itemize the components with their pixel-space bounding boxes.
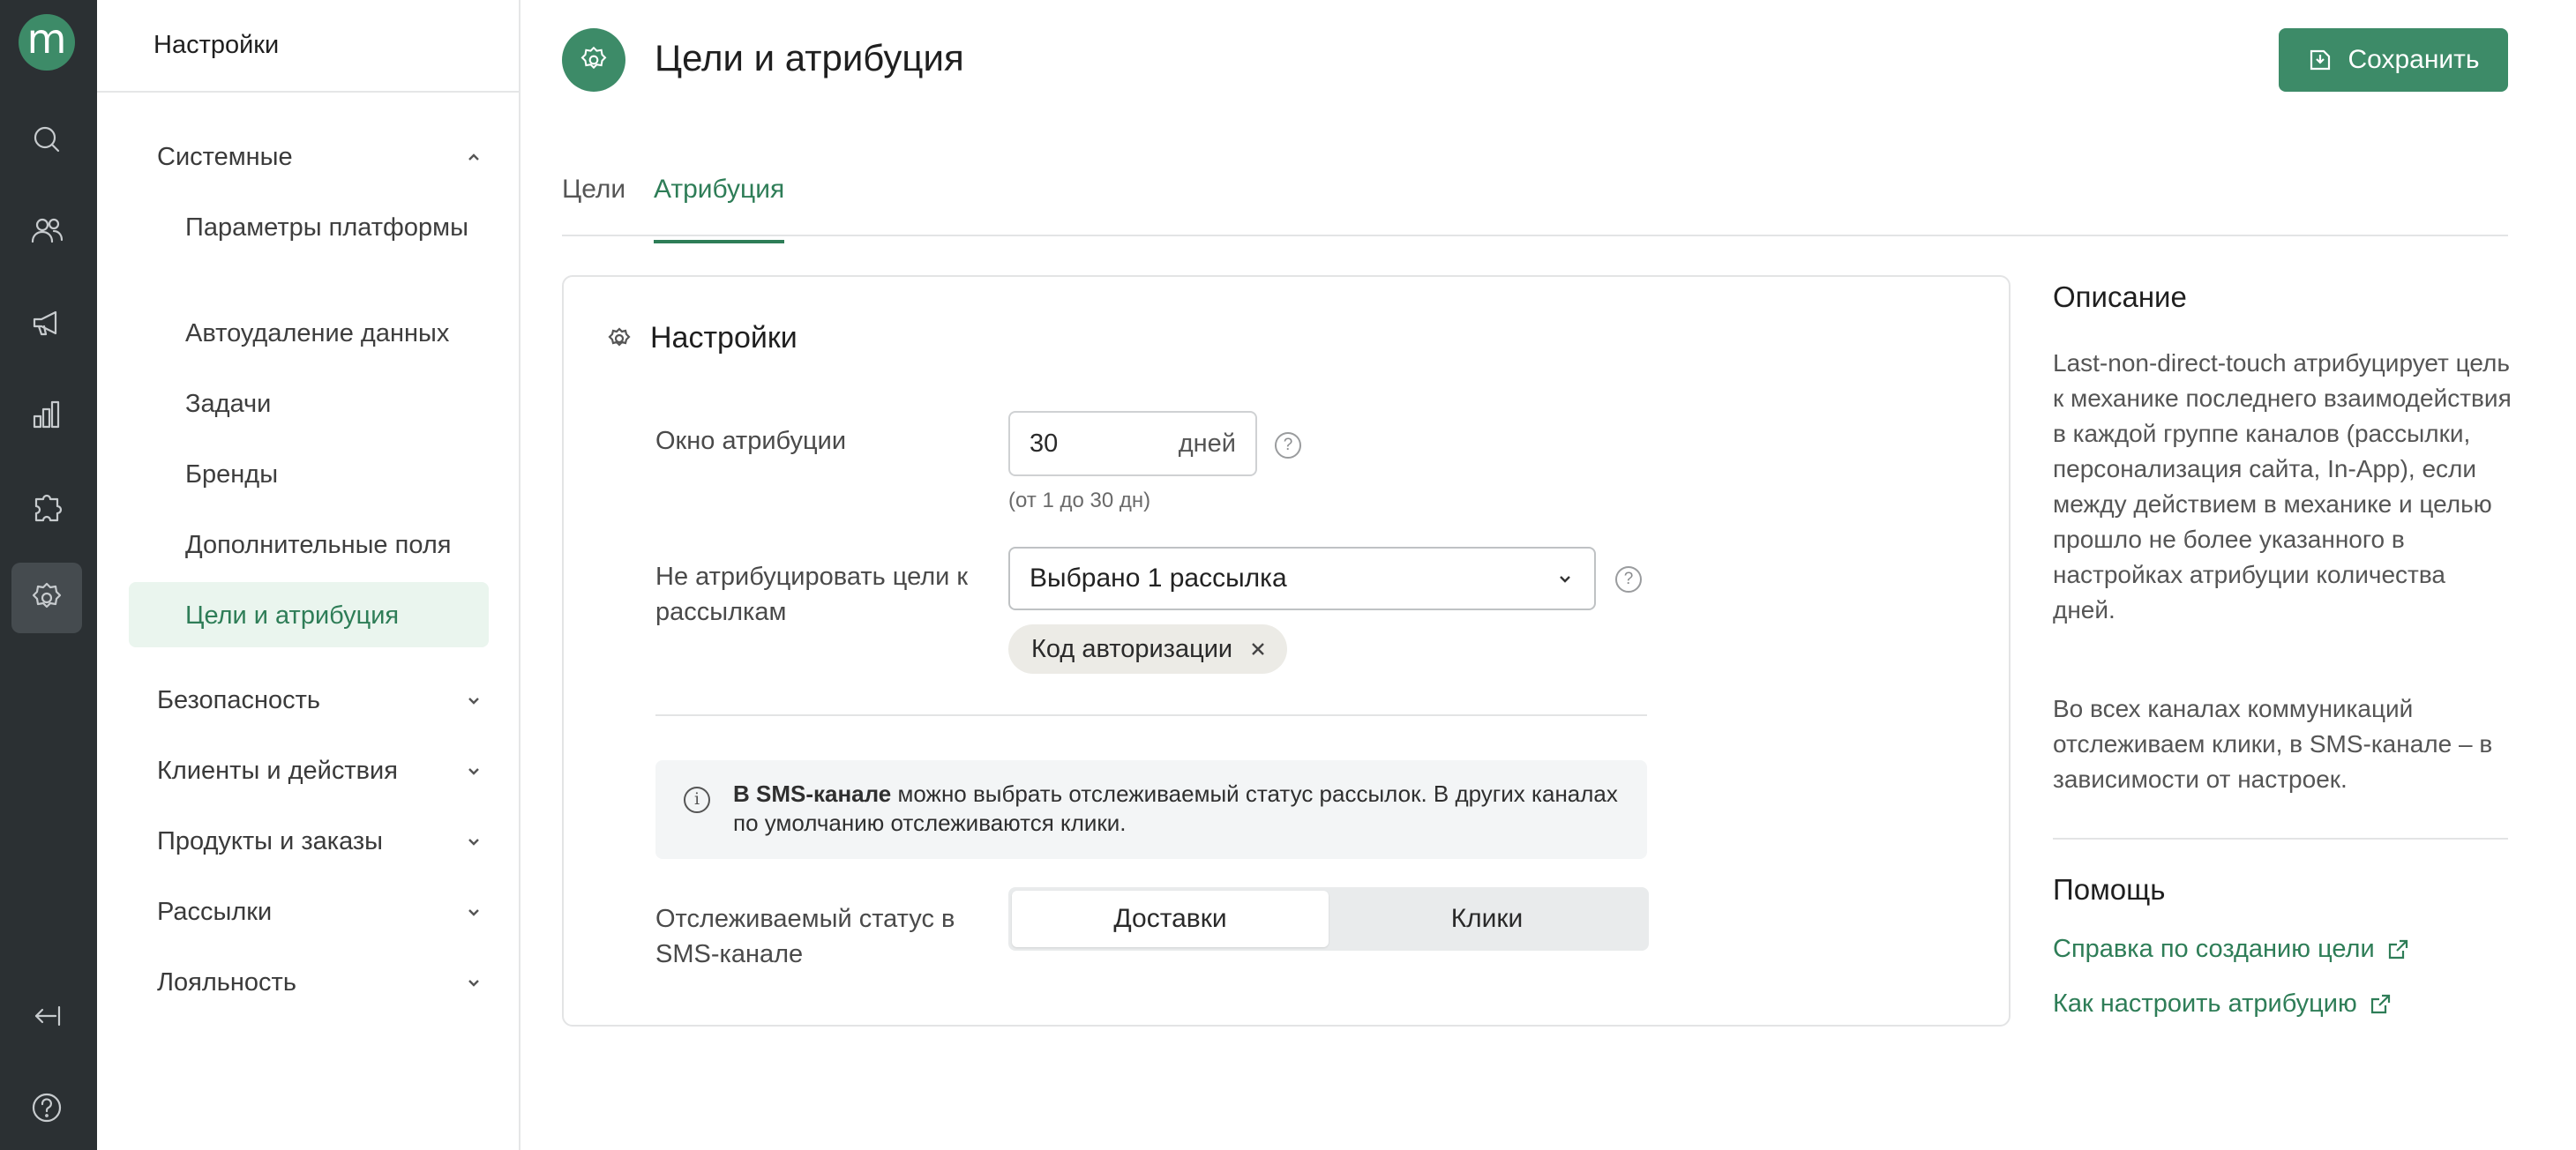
tab-bar: Цели Атрибуция [562,168,2508,243]
exclude-select[interactable]: Выбрано 1 рассылка [1008,547,1596,610]
sidebar-group-mailings[interactable]: Рассылки [157,894,483,930]
settings-card: Настройки Окно атрибуции 30 дней ? (от 1… [562,275,2011,1027]
help-icon[interactable]: ? [1275,432,1301,459]
chip-label: Код авторизации [1031,634,1233,663]
sidebar-item-brands[interactable]: Бренды [185,457,485,492]
save-button[interactable]: Сохранить [2279,28,2508,92]
window-label: Окно атрибуции [655,427,847,455]
collapse-icon[interactable] [11,981,82,1051]
sidebar-group-products[interactable]: Продукты и заказы [157,824,483,859]
sidebar-item-tasks[interactable]: Задачи [185,386,485,422]
sidebar-item-goals[interactable]: Цели и атрибуция [185,598,485,633]
status-segmented-control: Доставки Клики [1008,887,1649,951]
page-settings-icon [562,28,625,92]
sidebar-item-autodelete[interactable]: Автоудаление данных [185,316,485,351]
puzzle-icon[interactable] [11,471,82,541]
segment-deliveries[interactable]: Доставки [1012,891,1329,947]
exclude-select-value: Выбрано 1 рассылка [1030,564,1287,593]
card-title: Настройки [606,321,798,355]
chart-icon[interactable] [11,379,82,450]
chevron-up-icon [468,153,479,161]
window-hint: (от 1 до 30 дн) [1008,489,1151,512]
sidebar-group-label: Продукты и заказы [157,826,384,855]
sidebar-group-label: Безопасность [157,685,320,714]
help-link-label: Как настроить атрибуцию [2053,989,2357,1018]
help-icon[interactable]: ? [1615,566,1642,593]
info-icon: i [684,787,710,813]
window-input[interactable]: 30 дней [1008,411,1257,476]
tab-goals[interactable]: Цели [562,175,625,236]
search-icon[interactable] [11,104,82,175]
sidebar-group-label: Системные [157,142,293,171]
chevron-down-icon [468,698,479,705]
help-link-label: Справка по созданию цели [2053,935,2375,963]
megaphone-icon[interactable] [11,288,82,358]
sidebar-group-label: Лояльность [157,967,296,997]
app-logo[interactable]: m [19,14,75,71]
users-icon[interactable] [11,196,82,266]
help-icon[interactable] [11,1072,82,1143]
info-banner: i В SMS-канале можно выбрать отслеживаем… [655,760,1647,859]
settings-sidebar: Настройки Системные Параметры платформы … [97,0,520,1150]
window-value: 30 [1030,429,1059,458]
sidebar-title: Настройки [97,0,519,93]
close-icon[interactable] [1248,639,1268,659]
divider [2053,838,2508,840]
gear-icon [608,326,631,347]
chevron-down-icon [468,980,479,987]
external-link-icon [2370,994,2390,1013]
settings-icon[interactable] [11,563,82,633]
sidebar-group-security[interactable]: Безопасность [157,683,483,718]
chevron-down-icon [468,909,479,916]
exclude-label: Не атрибуцировать цели к рассылкам [655,563,969,626]
card-title-text: Настройки [650,321,798,355]
sidebar-item-extra-fields[interactable]: Дополнительные поля [185,527,485,563]
help-title: Помощь [2053,873,2166,906]
window-unit: дней [1178,429,1236,458]
divider [655,714,1647,716]
exclude-chip: Код авторизации [1008,624,1288,674]
help-link-attribution[interactable]: Как настроить атрибуцию [2053,989,2393,1019]
icon-rail: m [0,0,97,1150]
sidebar-group-label: Клиенты и действия [157,756,398,785]
sidebar-group-clients[interactable]: Клиенты и действия [157,753,483,788]
help-link-goal[interactable]: Справка по созданию цели [2053,935,2410,964]
description-title: Описание [2053,280,2187,313]
external-link-icon [2388,939,2408,959]
sidebar-group-loyalty[interactable]: Лояльность [157,965,483,1000]
chevron-down-icon [1560,576,1570,583]
sidebar-group-label: Рассылки [157,897,273,926]
save-icon [2310,49,2331,71]
chevron-down-icon [468,839,479,846]
save-button-label: Сохранить [2348,45,2480,74]
status-label: Отслеживаемый статус в SMS-канале [655,905,955,968]
segment-clicks[interactable]: Клики [1329,891,1645,947]
info-bold: В SMS-канале [733,780,892,807]
tab-attribution[interactable]: Атрибуция [654,175,785,243]
sidebar-group-system[interactable]: Системные [157,139,483,175]
description-p1: Last-non-direct-touch атрибуцирует цель … [2053,349,2512,624]
sidebar-item-platform[interactable]: Параметры платформы [185,210,485,245]
page-title: Цели и атрибуция [655,37,964,78]
description-p2: Во всех каналах коммуникаций отслеживаем… [2053,695,2493,793]
chevron-down-icon [468,768,479,775]
